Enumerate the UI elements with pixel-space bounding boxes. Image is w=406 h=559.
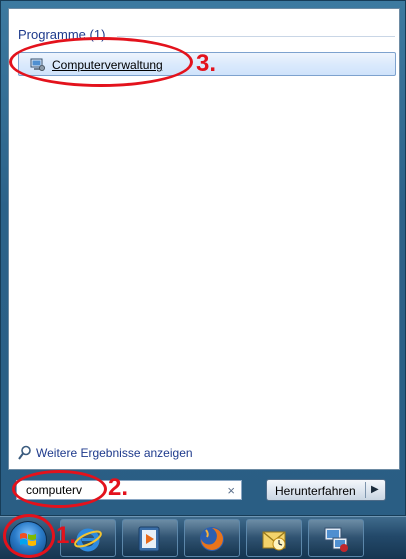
shutdown-label: Herunterfahren xyxy=(275,484,356,498)
annotation-step1: 1. xyxy=(56,522,77,549)
clear-search-icon[interactable]: × xyxy=(227,483,235,498)
heading-divider xyxy=(117,36,395,37)
shutdown-button[interactable]: Herunterfahren ▶ xyxy=(266,479,386,501)
firefox-icon xyxy=(200,527,224,551)
taskbar-outlook[interactable] xyxy=(246,519,302,557)
remote-desktop-icon xyxy=(324,527,348,552)
internet-explorer-icon xyxy=(74,528,102,552)
annotation-step2: 2. xyxy=(108,474,129,501)
shutdown-options-arrow-icon[interactable]: ▶ xyxy=(371,484,379,495)
annotation-ellipse-step1 xyxy=(3,514,55,558)
search-icon xyxy=(18,445,31,460)
more-results-label: Weitere Ergebnisse anzeigen xyxy=(36,446,193,460)
taskbar-media-player[interactable] xyxy=(122,519,178,557)
media-player-icon xyxy=(138,526,160,552)
taskbar-remote-desktop[interactable] xyxy=(308,519,364,557)
annotation-ellipse-step3 xyxy=(9,37,193,87)
taskbar-firefox[interactable] xyxy=(184,519,240,557)
shutdown-divider xyxy=(365,482,366,498)
annotation-ellipse-step2 xyxy=(12,470,107,508)
outlook-icon xyxy=(262,531,286,551)
annotation-step3: 3. xyxy=(196,50,217,77)
